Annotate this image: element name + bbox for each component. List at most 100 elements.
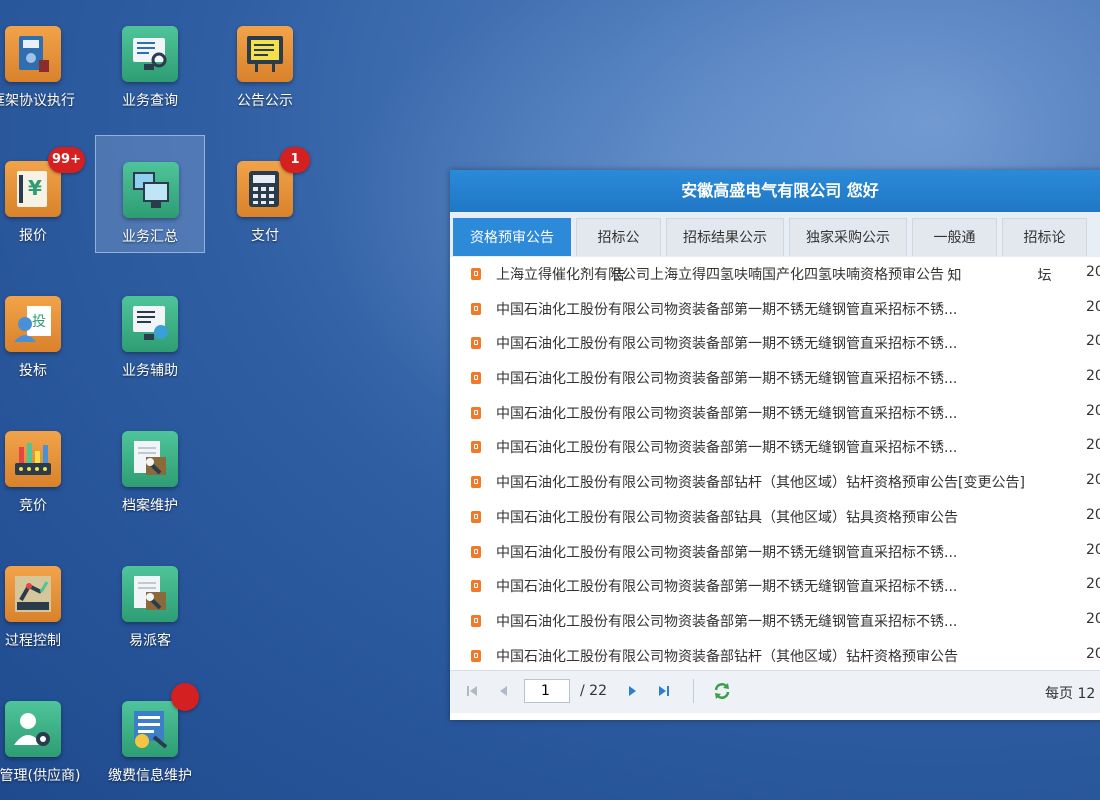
first-page-icon[interactable] [464,683,480,699]
new-notice-icon [471,614,481,627]
last-page-icon[interactable] [656,683,672,699]
notice-title[interactable]: 上海立得催化剂有限公司上海立得四氢呋喃国产化四氢呋喃资格预审公告 [496,264,944,284]
next-page-icon[interactable] [624,683,640,699]
new-notice-icon [471,545,481,558]
notice-row[interactable]: 中国石油化工股份有限公司物资装备部第一期不锈无缝钢管直采招标不锈... 20 [450,535,1100,570]
auction-icon [5,431,61,487]
desktop-icon-user-management[interactable]: 户管理(供应商) [0,675,88,793]
notice-date: 20 [1086,506,1100,523]
desktop-icon-auction[interactable]: 竞价 [0,405,88,523]
desktop-icon-epec[interactable]: 易派客 [95,540,205,658]
notice-row[interactable]: 中国石油化工股份有限公司物资装备部钻具（其他区域）钻具资格预审公告 20 [450,500,1100,535]
panel-title: 安徽高盛电气有限公司 您好 [450,170,1100,212]
desktop-icon-label: 公告公示 [237,93,293,109]
new-notice-icon [471,510,481,523]
notice-row[interactable]: 上海立得催化剂有限公司上海立得四氢呋喃国产化四氢呋喃资格预审公告 20 [450,257,1100,292]
notice-title[interactable]: 中国石油化工股份有限公司物资装备部第一期不锈无缝钢管直采招标不锈... [496,403,957,423]
page-number-input[interactable] [524,679,570,703]
business-assist-icon [122,296,178,352]
desktop-icon-bidding[interactable]: 投投标 [0,270,88,388]
notice-date: 20 [1086,368,1100,385]
prev-page-icon[interactable] [496,683,512,699]
new-notice-icon [471,302,481,315]
new-notice-icon [471,476,481,489]
desktop-icon-business-assist[interactable]: 业务辅助 [95,270,205,388]
desktop-icon-payment[interactable]: 支付 1 [210,135,320,253]
desktop-icon-label: 报价 [19,228,47,244]
notification-badge: 1 [280,147,310,173]
notice-title[interactable]: 中国石油化工股份有限公司物资装备部第一期不锈无缝钢管直采招标不锈... [496,437,957,457]
notification-dot [171,683,199,711]
new-notice-icon [471,372,481,385]
notice-row[interactable]: 中国石油化工股份有限公司物资装备部钻杆（其他区域）钻杆资格预审公告 20 [450,639,1100,670]
new-notice-icon [471,337,481,350]
desktop-icon-announcement[interactable]: 公告公示 [210,0,320,118]
tab-tender-forum[interactable]: 招标论坛 [1002,218,1087,284]
desktop-icon-label: 框架协议执行 [0,93,75,109]
notice-row[interactable]: 中国石油化工股份有限公司物资装备部第一期不锈无缝钢管直采招标不锈... 20 [450,430,1100,465]
notice-date: 20 [1086,541,1100,558]
notice-row[interactable]: 中国石油化工股份有限公司物资装备部钻杆（其他区域）钻杆资格预审公告[变更公告] 2… [450,465,1100,500]
tab-tender-notice[interactable]: 招标公告 [576,218,661,284]
tab-sole-procurement[interactable]: 独家采购公示 [789,218,907,256]
notice-title[interactable]: 中国石油化工股份有限公司物资装备部钻具（其他区域）钻具资格预审公告 [496,507,958,527]
new-notice-icon [471,406,481,419]
desktop-icon-process-control[interactable]: 过程控制 [0,540,88,658]
total-pages: / 22 [580,683,607,699]
notice-row[interactable]: 中国石油化工股份有限公司物资装备部第一期不锈无缝钢管直采招标不锈... 20 [450,326,1100,361]
notification-badge: 99+ [48,147,85,173]
pager: / 22 每页 12 [450,670,1100,713]
notice-date: 20 [1086,298,1100,315]
new-notice-icon [471,649,481,662]
notice-date: 20 [1086,333,1100,350]
desktop-icon-business-query[interactable]: 业务查询 [95,0,205,118]
notice-title[interactable]: 中国石油化工股份有限公司物资装备部第一期不锈无缝钢管直采招标不锈... [496,368,957,388]
notice-row[interactable]: 中国石油化工股份有限公司物资装备部第一期不锈无缝钢管直采招标不锈... 20 [450,604,1100,639]
desktop-icon-label: 业务汇总 [122,229,178,245]
notice-date: 20 [1086,472,1100,489]
notice-row[interactable]: 中国石油化工股份有限公司物资装备部第一期不锈无缝钢管直采招标不锈... 20 [450,396,1100,431]
svg-text:投: 投 [32,314,46,330]
notice-row[interactable]: 中国石油化工股份有限公司物资装备部第一期不锈无缝钢管直采招标不锈... 20 [450,292,1100,327]
process-control-icon [5,566,61,622]
desktop-icon-label: 支付 [251,228,279,244]
tab-tender-result[interactable]: 招标结果公示 [666,218,784,256]
business-summary-icon [123,162,179,218]
new-notice-icon [471,441,481,454]
new-notice-icon [471,580,481,593]
desktop-icon-label: 投标 [19,363,47,379]
notice-date: 20 [1086,610,1100,627]
desktop-icon-quotation[interactable]: ¥ 报价 99+ [0,135,88,253]
notice-title[interactable]: 中国石油化工股份有限公司物资装备部第一期不锈无缝钢管直采招标不锈... [496,299,957,319]
refresh-icon[interactable] [712,681,732,701]
notice-title[interactable]: 中国石油化工股份有限公司物资装备部第一期不锈无缝钢管直采招标不锈... [496,333,957,353]
desktop-icon-framework-agreement[interactable]: 框架协议执行 [0,0,88,118]
notice-date: 20 [1086,576,1100,593]
framework-agreement-icon [5,26,61,82]
notice-date: 20 [1086,437,1100,454]
notice-panel: 安徽高盛电气有限公司 您好 资格预审公告 招标公告 招标结果公示 独家采购公示 … [450,170,1100,720]
tab-general-notice[interactable]: 一般通知 [912,218,997,284]
desktop-icon-label: 户管理(供应商) [0,768,81,784]
desktop-icon-business-summary[interactable]: 业务汇总 [95,135,205,253]
per-page-label: 每页 12 [1045,686,1096,702]
notice-title[interactable]: 中国石油化工股份有限公司物资装备部钻杆（其他区域）钻杆资格预审公告 [496,646,958,666]
desktop-icon-label: 竞价 [19,498,47,514]
desktop-icon-label: 业务查询 [122,93,178,109]
notice-row[interactable]: 中国石油化工股份有限公司物资装备部第一期不锈无缝钢管直采招标不锈... 20 [450,569,1100,604]
notice-date: 20 [1086,645,1100,662]
notice-title[interactable]: 中国石油化工股份有限公司物资装备部第一期不锈无缝钢管直采招标不锈... [496,542,957,562]
desktop-icon-fee-info-maintenance[interactable]: 缴费信息维护 [95,675,205,793]
notice-title[interactable]: 中国石油化工股份有限公司物资装备部第一期不锈无缝钢管直采招标不锈... [496,576,957,596]
notice-title[interactable]: 中国石油化工股份有限公司物资装备部钻杆（其他区域）钻杆资格预审公告[变更公告] [496,472,1025,492]
pager-divider [693,679,694,703]
notice-row[interactable]: 中国石油化工股份有限公司物资装备部第一期不锈无缝钢管直采招标不锈... 20 [450,361,1100,396]
notice-title[interactable]: 中国石油化工股份有限公司物资装备部第一期不锈无缝钢管直采招标不锈... [496,611,957,631]
notice-date: 20 [1086,264,1100,280]
tab-prequalification-notice[interactable]: 资格预审公告 [453,218,571,256]
tab-bar: 资格预审公告 招标公告 招标结果公示 独家采购公示 一般通知 招标论坛 [450,212,1100,284]
desktop-icon-archive-maintenance[interactable]: 档案维护 [95,405,205,523]
new-notice-icon [471,268,481,280]
svg-text:¥: ¥ [28,176,42,200]
desktop-icon-label: 易派客 [129,633,171,649]
